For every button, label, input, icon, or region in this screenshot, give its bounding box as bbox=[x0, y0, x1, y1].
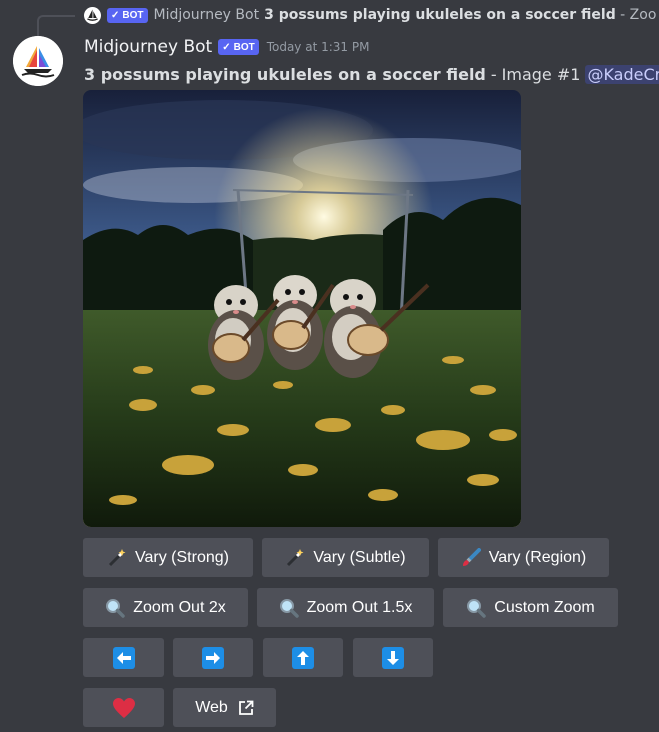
pan-left-button[interactable] bbox=[83, 638, 164, 677]
web-link-button[interactable]: Web bbox=[173, 688, 276, 727]
bot-tag: ✓ BOT bbox=[107, 7, 148, 23]
arrow-up-icon bbox=[292, 646, 314, 669]
zoom-out-2x-button[interactable]: Zoom Out 2x bbox=[83, 588, 248, 627]
arrow-left-icon bbox=[112, 646, 135, 669]
check-icon: ✓ bbox=[222, 41, 231, 53]
vary-subtle-button[interactable]: Vary (Subtle) bbox=[262, 538, 429, 577]
magic-wand-icon bbox=[285, 548, 305, 568]
pan-up-button[interactable] bbox=[263, 638, 343, 677]
zoom-out-2x-label: Zoom Out 2x bbox=[133, 598, 226, 616]
separator: - bbox=[490, 64, 497, 84]
bot-tag: ✓ BOT bbox=[218, 39, 259, 55]
reply-spine bbox=[37, 15, 75, 39]
prompt-text: 3 possums playing ukuleles on a soccer f… bbox=[84, 64, 486, 84]
reply-author[interactable]: Midjourney Bot bbox=[154, 7, 260, 23]
favorite-button[interactable] bbox=[83, 688, 164, 727]
midjourney-sailboat-icon bbox=[13, 36, 63, 86]
message-header: Midjourney Bot ✓ BOT Today at 1:31 PM bbox=[84, 36, 369, 58]
generated-image[interactable] bbox=[83, 90, 521, 527]
vary-region-label: Vary (Region) bbox=[488, 548, 587, 566]
user-mention[interactable]: @KadeCry bbox=[585, 64, 659, 84]
magnifier-icon bbox=[466, 598, 487, 618]
vary-subtle-label: Vary (Subtle) bbox=[313, 548, 406, 566]
pan-down-button[interactable] bbox=[353, 638, 433, 677]
username[interactable]: Midjourney Bot bbox=[84, 37, 212, 57]
reply-message: 3 possums playing ukuleles on a soccer f… bbox=[264, 7, 657, 23]
web-label: Web bbox=[195, 698, 228, 716]
image-number: Image #1 bbox=[501, 64, 581, 84]
magic-wand-icon bbox=[107, 548, 127, 568]
vary-region-button[interactable]: Vary (Region) bbox=[438, 538, 609, 577]
heart-icon bbox=[112, 697, 135, 718]
arrow-right-icon bbox=[202, 646, 224, 669]
possums-ukulele-image bbox=[83, 90, 521, 527]
check-icon: ✓ bbox=[111, 9, 120, 21]
midjourney-avatar-mini-icon bbox=[84, 6, 101, 24]
zoom-out-1-5x-button[interactable]: Zoom Out 1.5x bbox=[257, 588, 434, 627]
custom-zoom-label: Custom Zoom bbox=[494, 598, 595, 616]
timestamp[interactable]: Today at 1:31 PM bbox=[267, 40, 370, 54]
external-link-icon bbox=[238, 700, 254, 715]
magnifier-icon bbox=[105, 598, 125, 618]
arrow-down-icon bbox=[382, 646, 404, 669]
magnifier-icon bbox=[279, 598, 299, 618]
avatar[interactable] bbox=[13, 36, 63, 86]
vary-strong-button[interactable]: Vary (Strong) bbox=[83, 538, 253, 577]
message-content: 3 possums playing ukuleles on a soccer f… bbox=[84, 62, 659, 86]
pan-right-button[interactable] bbox=[173, 638, 253, 677]
vary-strong-label: Vary (Strong) bbox=[135, 548, 229, 566]
zoom-out-1-5x-label: Zoom Out 1.5x bbox=[306, 598, 413, 616]
paintbrush-icon bbox=[461, 547, 481, 568]
reply-preview[interactable]: ✓ BOT Midjourney Bot 3 possums playing uk… bbox=[84, 5, 656, 25]
custom-zoom-button[interactable]: Custom Zoom bbox=[443, 588, 618, 627]
